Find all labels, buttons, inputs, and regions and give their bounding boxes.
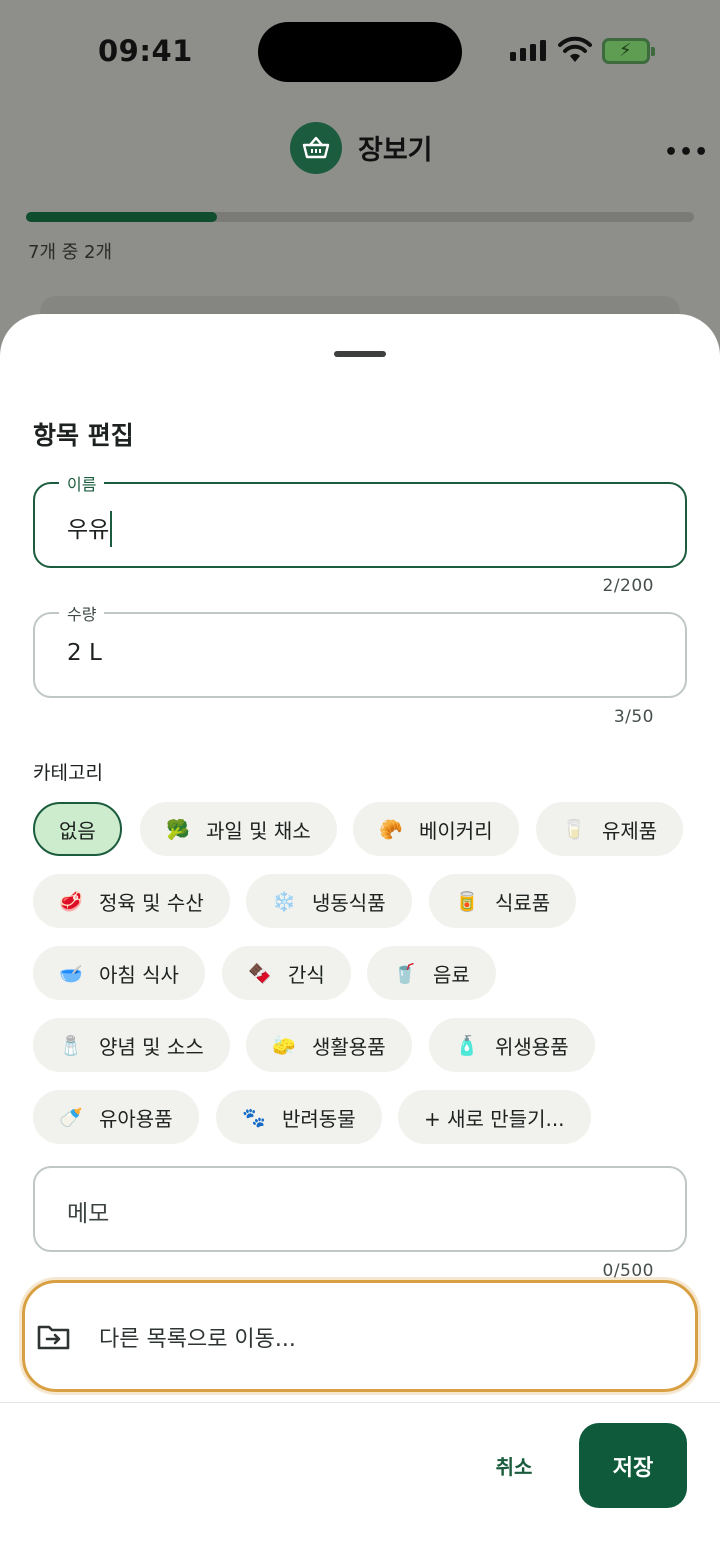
move-to-list-button[interactable]: 다른 목록으로 이동...: [22, 1280, 698, 1392]
name-field[interactable]: 이름 우유: [33, 471, 687, 568]
category-chip-hygiene[interactable]: 🧴 위생용품: [429, 1018, 595, 1072]
chip-label: 양념 및 소스: [99, 1034, 204, 1059]
chip-label: + 새로 만들기...: [424, 1106, 565, 1131]
status-time: 09:41: [98, 34, 193, 68]
cup-straw-icon: 🥤: [393, 962, 417, 985]
category-chip-pets[interactable]: 🐾 반려동물: [216, 1090, 382, 1144]
meat-icon: 🥩: [59, 890, 83, 913]
category-label: 카테고리: [33, 762, 103, 784]
sheet-title: 항목 편집: [33, 421, 134, 450]
sponge-icon: 🧽: [272, 1034, 296, 1057]
edit-item-sheet: 항목 편집 이름 우유 2/200 수량 2 L 3/50 카테고리 없음 🥦 …: [0, 314, 720, 1564]
category-chip-snacks[interactable]: 🍫 간식: [222, 946, 351, 1000]
chip-label: 유아용품: [99, 1106, 173, 1131]
name-field-label: 이름: [59, 471, 105, 495]
croissant-icon: 🥐: [379, 818, 403, 841]
basket-icon: [290, 122, 342, 174]
name-char-counter: 2/200: [602, 576, 654, 596]
status-bar: 09:41 ⚡: [0, 0, 720, 100]
chip-label: 정육 및 수산: [99, 890, 204, 915]
move-to-list-label: 다른 목록으로 이동...: [99, 1327, 296, 1352]
app-header: 장보기 •••: [0, 118, 720, 178]
category-chip-meat-seafood[interactable]: 🥩 정육 및 수산: [33, 874, 230, 928]
chip-label: 음료: [433, 962, 470, 987]
chip-label: 아침 식사: [99, 962, 179, 987]
memo-field[interactable]: 메모: [33, 1166, 687, 1252]
progress-bar: [26, 212, 694, 222]
lotion-bottle-icon: 🧴: [455, 1034, 479, 1057]
category-chip-none[interactable]: 없음: [33, 802, 122, 856]
name-field-value-wrap: 우유: [67, 510, 113, 549]
chip-label: 베이커리: [419, 818, 493, 843]
paw-prints-icon: 🐾: [242, 1106, 266, 1129]
create-category-chip[interactable]: + 새로 만들기...: [398, 1090, 591, 1144]
memo-char-counter: 0/500: [602, 1261, 654, 1281]
chip-label: 위생용품: [495, 1034, 569, 1059]
chip-label: 유제품: [602, 818, 658, 843]
category-chip-baby[interactable]: 🍼 유아용품: [33, 1090, 199, 1144]
cereal-bowl-icon: 🥣: [59, 962, 83, 985]
chip-label: 냉동식품: [312, 890, 386, 915]
category-chip-grocery[interactable]: 🥫 식료품: [429, 874, 577, 928]
category-chip-dairy[interactable]: 🥛 유제품: [536, 802, 684, 856]
progress-fill: [26, 212, 217, 222]
chip-label: 간식: [288, 962, 325, 987]
cancel-button[interactable]: 취소: [474, 1440, 554, 1490]
chocolate-icon: 🍫: [248, 962, 272, 985]
folder-move-icon: [37, 1325, 70, 1350]
quantity-char-counter: 3/50: [613, 707, 654, 727]
memo-placeholder: 메모: [67, 1201, 110, 1227]
category-chip-breakfast[interactable]: 🥣 아침 식사: [33, 946, 205, 1000]
quantity-field-label: 수량: [59, 601, 105, 625]
salt-shaker-icon: 🧂: [59, 1034, 83, 1057]
category-chip-frozen[interactable]: ❄️ 냉동식품: [246, 874, 412, 928]
snowflake-icon: ❄️: [272, 890, 296, 913]
quantity-field-value: 2 L: [67, 640, 102, 666]
broccoli-icon: 🥦: [166, 818, 190, 841]
milk-glass-icon: 🥛: [562, 818, 586, 841]
chip-label: 없음: [59, 818, 96, 843]
chip-label: 반려동물: [282, 1106, 356, 1131]
category-chip-condiments[interactable]: 🧂 양념 및 소스: [33, 1018, 230, 1072]
battery-icon: ⚡: [602, 38, 655, 64]
more-options-icon[interactable]: •••: [664, 140, 709, 165]
category-chip-beverages[interactable]: 🥤 음료: [367, 946, 496, 1000]
sheet-grabber[interactable]: [334, 351, 386, 357]
progress-text: 7개 중 2개: [28, 242, 113, 263]
chip-label: 식료품: [495, 890, 551, 915]
action-divider: [0, 1402, 720, 1403]
chip-label: 과일 및 채소: [206, 818, 311, 843]
dynamic-island: [258, 22, 462, 82]
canned-food-icon: 🥫: [455, 890, 479, 913]
baby-bottle-icon: 🍼: [59, 1106, 83, 1129]
category-chip-produce[interactable]: 🥦 과일 및 채소: [140, 802, 337, 856]
name-field-value: 우유: [67, 517, 110, 543]
category-chip-household[interactable]: 🧽 생활용품: [246, 1018, 412, 1072]
wifi-icon: [558, 36, 592, 62]
save-button[interactable]: 저장: [579, 1423, 687, 1508]
app-title: 장보기: [358, 135, 433, 166]
text-caret: [110, 510, 113, 547]
chip-label: 생활용품: [312, 1034, 386, 1059]
category-chip-bakery[interactable]: 🥐 베이커리: [353, 802, 519, 856]
cellular-signal-icon: [510, 40, 546, 61]
quantity-field[interactable]: 수량 2 L: [33, 601, 687, 698]
